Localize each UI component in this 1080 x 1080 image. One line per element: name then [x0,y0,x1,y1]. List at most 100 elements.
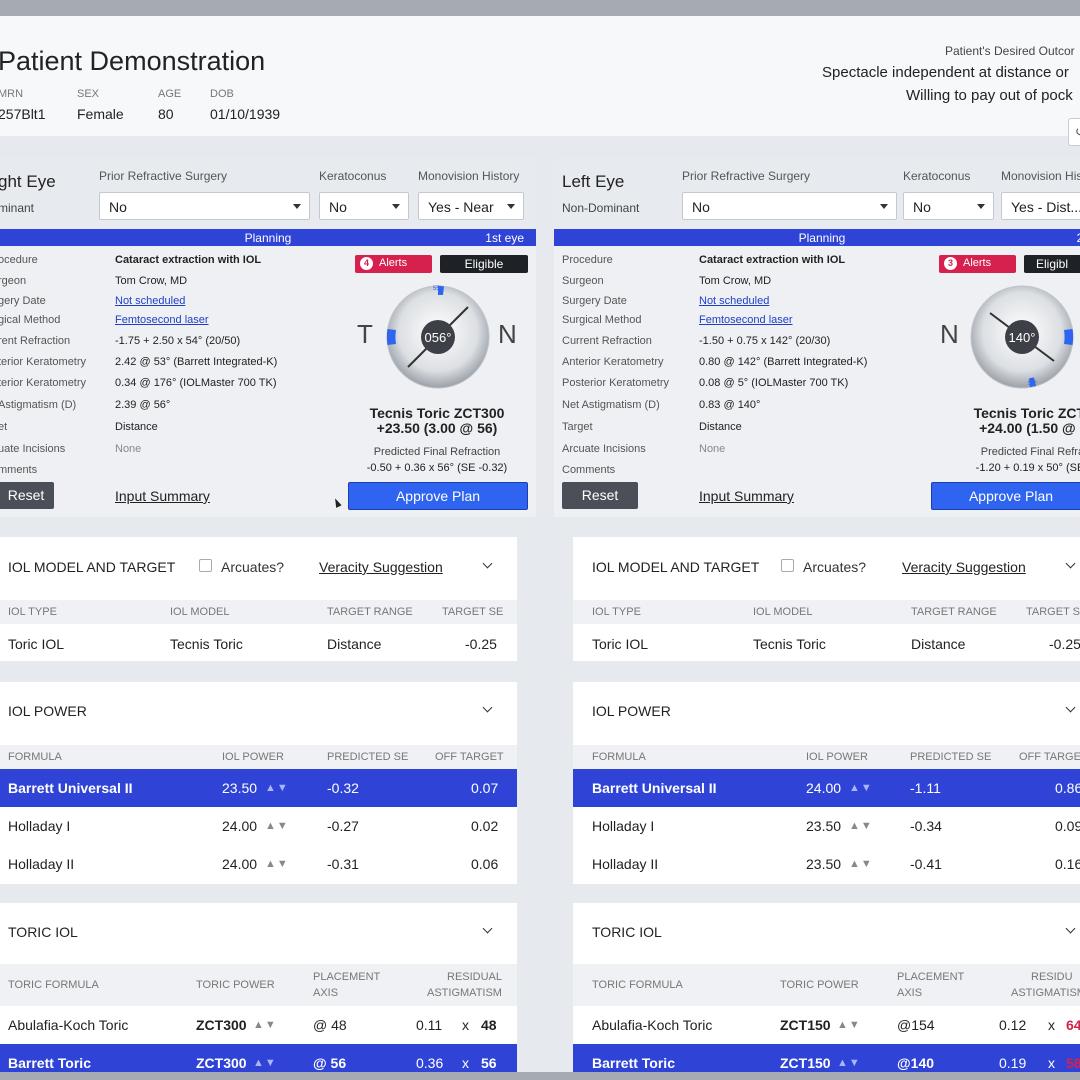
detail-value: 0.08 @ 5° (IOLMaster 700 TK) [699,377,849,389]
left-alerts-badge[interactable]: 3 Alerts [939,255,1016,273]
col-off-target: OFF TARGET [1019,751,1080,763]
detail-label: rent Refraction [0,335,71,347]
formula-row[interactable]: Barrett Universal II 24.00 ▲▼ -1.11 0.86 [573,769,1080,807]
left-pfr-label: Predicted Final Refractio [980,446,1080,458]
toric-stepper-icon[interactable]: ▲▼ [837,1019,861,1031]
power-stepper-icon[interactable]: ▲▼ [265,858,289,870]
off-target-value: 0.06 [471,856,499,872]
formula-row[interactable]: Holladay II 24.00 ▲▼ -0.31 0.06 [0,845,517,883]
left-input-summary-link[interactable]: Input Summary [699,488,794,504]
sex-label: SEX [77,88,100,100]
detail-link[interactable]: Femtosecond laser [699,314,793,326]
right-prior-surgery-select[interactable]: No [99,192,310,220]
detail-link[interactable]: Not scheduled [699,295,769,307]
formula-row[interactable]: Holladay II 23.50 ▲▼ -0.41 0.16 [573,845,1080,883]
chevron-down-icon[interactable] [1065,558,1076,569]
age-value: 80 [158,106,174,122]
power-stepper-icon[interactable]: ▲▼ [265,782,289,794]
detail-label: ocedure [0,254,38,266]
detail-label: Arcuate Incisions [562,443,646,455]
chevron-down-icon[interactable] [482,558,493,569]
caret-down-icon [293,204,301,209]
left-approve-plan-button[interactable]: Approve Plan [931,482,1080,510]
toric-power-value: ZCT150 [780,1055,831,1071]
col-toric-formula: TORIC FORMULA [592,979,683,991]
desired-outcome-title: Patient's Desired Outcor [945,44,1075,58]
toric-power-value: ZCT150 [780,1017,831,1033]
left-axis-dial[interactable]: 140° 58° [970,285,1074,389]
toric-stepper-icon[interactable]: ▲▼ [253,1057,277,1069]
target-se-value: -0.25 [465,636,497,652]
detail-label: Net Astigmatism (D) [562,399,660,411]
right-axis-dial[interactable]: 056° 55° 180 [386,285,490,389]
col-placement-axis-1: PLACEMENT [897,971,965,983]
right-alerts-badge[interactable]: 4 Alerts [355,255,432,273]
right-approve-plan-button[interactable]: Approve Plan [348,482,528,510]
right-veracity-suggestion-link[interactable]: Veracity Suggestion [319,559,443,575]
detail-value: 2.39 @ 56° [115,399,171,411]
iol-model-header-row: IOL TYPE IOL MODEL TARGET RANGE TARGET S… [0,600,517,624]
power-stepper-icon[interactable]: ▲▼ [849,782,873,794]
target-range-value: Distance [911,636,966,652]
detail-value: None [699,443,726,455]
right-keratoconus-select[interactable]: No [319,192,409,220]
left-keratoconus-value: No [913,199,931,215]
left-veracity-suggestion-link[interactable]: Veracity Suggestion [902,559,1026,575]
chevron-down-icon[interactable] [1065,923,1076,934]
iol-power-value: 23.50 [806,818,842,834]
power-stepper-icon[interactable]: ▲▼ [265,820,289,832]
refresh-button[interactable]: ↺ [1068,118,1080,146]
chevron-down-icon[interactable] [482,702,493,713]
right-keratoconus-value: No [329,199,347,215]
right-reset-button[interactable]: Reset [0,482,54,509]
placement-axis-value: @140 [897,1055,935,1071]
left-monovision-select[interactable]: Yes - Dist... [1001,192,1080,220]
detail-link[interactable]: Femtosecond laser [115,314,209,326]
mrn-value: 257Blt1 [0,106,46,122]
window-bottom-bar [0,1072,1080,1080]
toric-formula-name: Barrett Toric [8,1055,91,1071]
iol-type-value: Toric IOL [592,636,649,652]
off-target-value: 0.02 [471,818,499,834]
chevron-down-icon[interactable] [482,923,493,934]
col-iol-power: IOL POWER [222,751,284,763]
left-keratoconus-select[interactable]: No [903,192,994,220]
left-iol-power-card: IOL POWER FORMULA IOL POWER PREDICTED SE… [573,682,1080,884]
toric-stepper-icon[interactable]: ▲▼ [837,1057,861,1069]
right-input-summary-link[interactable]: Input Summary [115,488,210,504]
chevron-down-icon[interactable] [1065,702,1076,713]
formula-row[interactable]: Barrett Universal II 23.50 ▲▼ -0.32 0.07 [0,769,517,807]
off-target-value: 0.86 [1055,780,1080,796]
detail-label: rgeon [0,275,27,287]
left-keratoconus-label: Keratoconus [903,169,971,183]
detail-label: terior Keratometry [0,356,87,368]
alerts-label: Alerts [379,257,408,269]
detail-link[interactable]: Not scheduled [115,295,185,307]
formula-row[interactable]: Holladay I 24.00 ▲▼ -0.27 0.02 [0,807,517,845]
target-se-value: -0.25 [1049,636,1080,652]
right-toric-card: TORIC IOL TORIC FORMULA TORIC POWER PLAC… [0,903,517,1080]
toric-row[interactable]: Abulafia-Koch Toric ZCT300 ▲▼ @ 48 0.11 x 48 [0,1006,517,1044]
col-iol-type: IOL TYPE [8,606,57,618]
off-target-value: 0.16 [1055,856,1080,872]
col-formula: FORMULA [8,751,62,763]
col-placement-axis-2: AXIS [897,987,923,999]
refresh-icon: ↺ [1075,124,1080,139]
placement-axis-value: @ 48 [313,1017,347,1033]
toric-stepper-icon[interactable]: ▲▼ [253,1019,277,1031]
left-reset-button[interactable]: Reset [562,482,638,509]
right-keratoconus-label: Keratoconus [319,169,387,183]
left-prior-surgery-select[interactable]: No [682,192,897,220]
detail-label: gical Method [0,314,61,326]
toric-row[interactable]: Abulafia-Koch Toric ZCT150 ▲▼ @154 0.12 x 64 [573,1006,1080,1044]
right-arcuates-checkbox[interactable] [199,559,212,572]
detail-value: Cataract extraction with IOL [115,254,262,266]
col-placement-axis-2: AXIS [313,987,339,999]
formula-row[interactable]: Holladay I 23.50 ▲▼ -0.34 0.09 [573,807,1080,845]
window-top-bar [0,0,1080,16]
left-iol-model-card: IOL MODEL AND TARGET Arcuates? Veracity … [573,537,1080,661]
left-arcuates-checkbox[interactable] [781,559,794,572]
right-monovision-select[interactable]: Yes - Near [418,192,524,220]
power-stepper-icon[interactable]: ▲▼ [849,820,873,832]
power-stepper-icon[interactable]: ▲▼ [849,858,873,870]
